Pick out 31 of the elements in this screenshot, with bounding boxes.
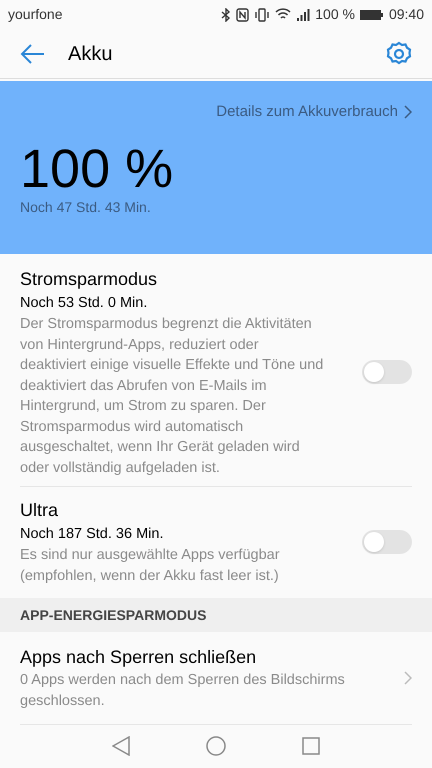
wifi-icon [275, 8, 292, 22]
mode-remaining: Noch 187 Std. 36 Min. [20, 525, 164, 544]
signal-icon [296, 8, 310, 22]
mode-description: Es sind nur ausgewählte Apps verfügbar (empfohlen, wenn der Akku fast leer ist.) [20, 546, 281, 586]
vibrate-icon [254, 8, 270, 22]
nav-home-icon[interactable] [206, 736, 226, 756]
toggle-switch[interactable] [362, 530, 412, 554]
battery-percent: 100 % [315, 5, 355, 24]
item-title: Apps nach Sperren schließen [20, 646, 258, 669]
toggle-switch[interactable] [362, 360, 412, 384]
mode-title: Ultra [20, 499, 60, 522]
nfc-icon [236, 8, 250, 22]
back-arrow-icon[interactable] [20, 44, 46, 64]
remaining-time: Noch 47 Std. 43 Min. [20, 198, 151, 218]
section-heading: APP-ENERGIESPARMODUS [20, 606, 206, 625]
mode-description: Der Stromsparmodus begrenzt die Aktivitäten von Hintergrund-Apps, reduziert oder deaktiviert einige visuelle Effekte und Töne und deaktiviert das Abrufen von E-Mails im Hintergrund, um Strom zu sparen. Der Stromsparmodus wird automatisch ausgeschaltet, wenn Ihr Gerät geladen wird oder vollständig aufgeladen ist. [20, 315, 324, 478]
nav-back-icon[interactable] [112, 736, 130, 756]
chevron-icon [404, 104, 412, 119]
mode-title: Stromsparmodus [20, 268, 158, 292]
bluetooth-icon [221, 8, 232, 22]
clock-time: 09:40 [388, 5, 424, 24]
battery-percentage: 100 % [20, 141, 174, 198]
mode-remaining: Noch 53 Std. 0 Min. [20, 294, 148, 314]
battery-icon [360, 8, 384, 21]
list-item[interactable]: Apps nach Sperren schließen 0 Apps werden nach dem Sperren des Bildschirms geschlossen. [20, 632, 412, 725]
settings-icon[interactable] [386, 40, 412, 67]
chevron-icon [404, 670, 412, 685]
carrier-name: yourfone [8, 5, 62, 24]
item-description: 0 Apps werden nach dem Sperren des Bildschirms geschlossen. [20, 670, 346, 711]
page-title: Akku [68, 42, 112, 67]
nav-recents-icon[interactable] [302, 737, 320, 756]
